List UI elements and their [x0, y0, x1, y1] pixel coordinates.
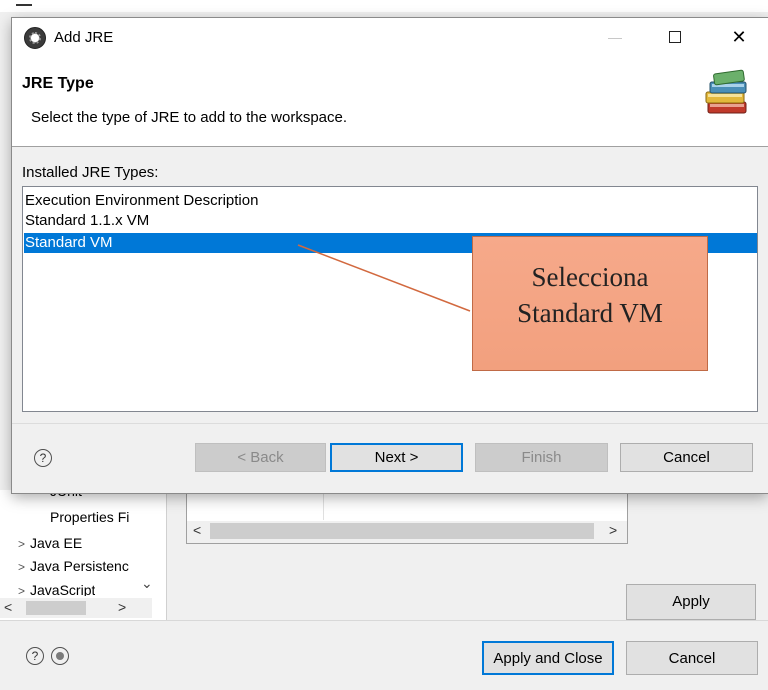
minimize-button [592, 22, 638, 54]
tree-scroll-thumb[interactable] [26, 601, 86, 615]
apply-and-close-button[interactable]: Apply and Close [482, 641, 614, 675]
cancel-preferences-button[interactable]: Cancel [626, 641, 758, 675]
tree-item-java-persistence[interactable]: > Java Persistenc [18, 558, 129, 574]
background-window-mark [16, 0, 32, 6]
table-scroll-right-button[interactable]: > [609, 522, 617, 538]
tree-item-properties-files[interactable]: Properties Fi [50, 509, 129, 525]
tree-item-label: Java Persistenc [30, 558, 129, 574]
cancel-button[interactable]: Cancel [620, 443, 753, 472]
tree-item-label: Properties Fi [50, 509, 130, 525]
annotation-callout: Selecciona Standard VM [472, 236, 708, 371]
wizard-header-description: Select the type of JRE to add to the wor… [31, 109, 348, 126]
tree-scroll-left-button[interactable]: < [4, 599, 12, 615]
maximize-button[interactable] [652, 22, 698, 54]
tree-item-label: JavaScript [30, 582, 96, 596]
chevron-down-icon: ⌄ [141, 575, 153, 591]
chevron-right-icon[interactable]: > [18, 584, 25, 596]
annotation-line-1: Selecciona [531, 262, 649, 292]
record-icon[interactable] [51, 647, 69, 665]
dialog-title: Add JRE [54, 29, 114, 46]
close-icon: ✕ [731, 27, 747, 47]
tree-item-label: Java EE [30, 535, 83, 551]
installed-jre-types-label: Installed JRE Types: [22, 164, 159, 181]
close-button[interactable]: ✕ [716, 22, 762, 54]
back-button[interactable]: < Back [195, 443, 326, 472]
wizard-header [12, 58, 768, 142]
eclipse-icon [24, 27, 46, 49]
chevron-right-icon[interactable]: > [18, 560, 25, 574]
list-item-standard-1-1-x-vm[interactable]: Standard 1.1.x VM [24, 211, 757, 231]
help-icon[interactable]: ? [26, 647, 44, 665]
help-icon[interactable]: ? [34, 449, 52, 467]
table-column-divider [323, 490, 324, 520]
tree-item-java-ee[interactable]: > Java EE [18, 535, 82, 551]
tree-scroll-right-button[interactable]: > [118, 599, 126, 615]
table-scroll-left-button[interactable]: < [193, 522, 201, 538]
next-button[interactable]: Next > [330, 443, 463, 472]
books-icon [705, 69, 747, 114]
tree-scroll-down-button[interactable]: ⌄ [141, 575, 157, 595]
tree-item-javascript[interactable]: > JavaScript [18, 582, 95, 596]
bottom-separator [0, 620, 768, 621]
list-item-execution-environment[interactable]: Execution Environment Description [24, 191, 757, 211]
chevron-right-icon[interactable]: > [18, 537, 25, 551]
annotation-line-2: Standard VM [517, 298, 663, 328]
preferences-tree-border [166, 490, 167, 620]
finish-button[interactable]: Finish [475, 443, 608, 472]
background-window-top [0, 0, 768, 12]
wizard-header-title: JRE Type [22, 75, 94, 92]
apply-button[interactable]: Apply [626, 584, 756, 620]
table-scroll-thumb[interactable] [210, 523, 594, 539]
